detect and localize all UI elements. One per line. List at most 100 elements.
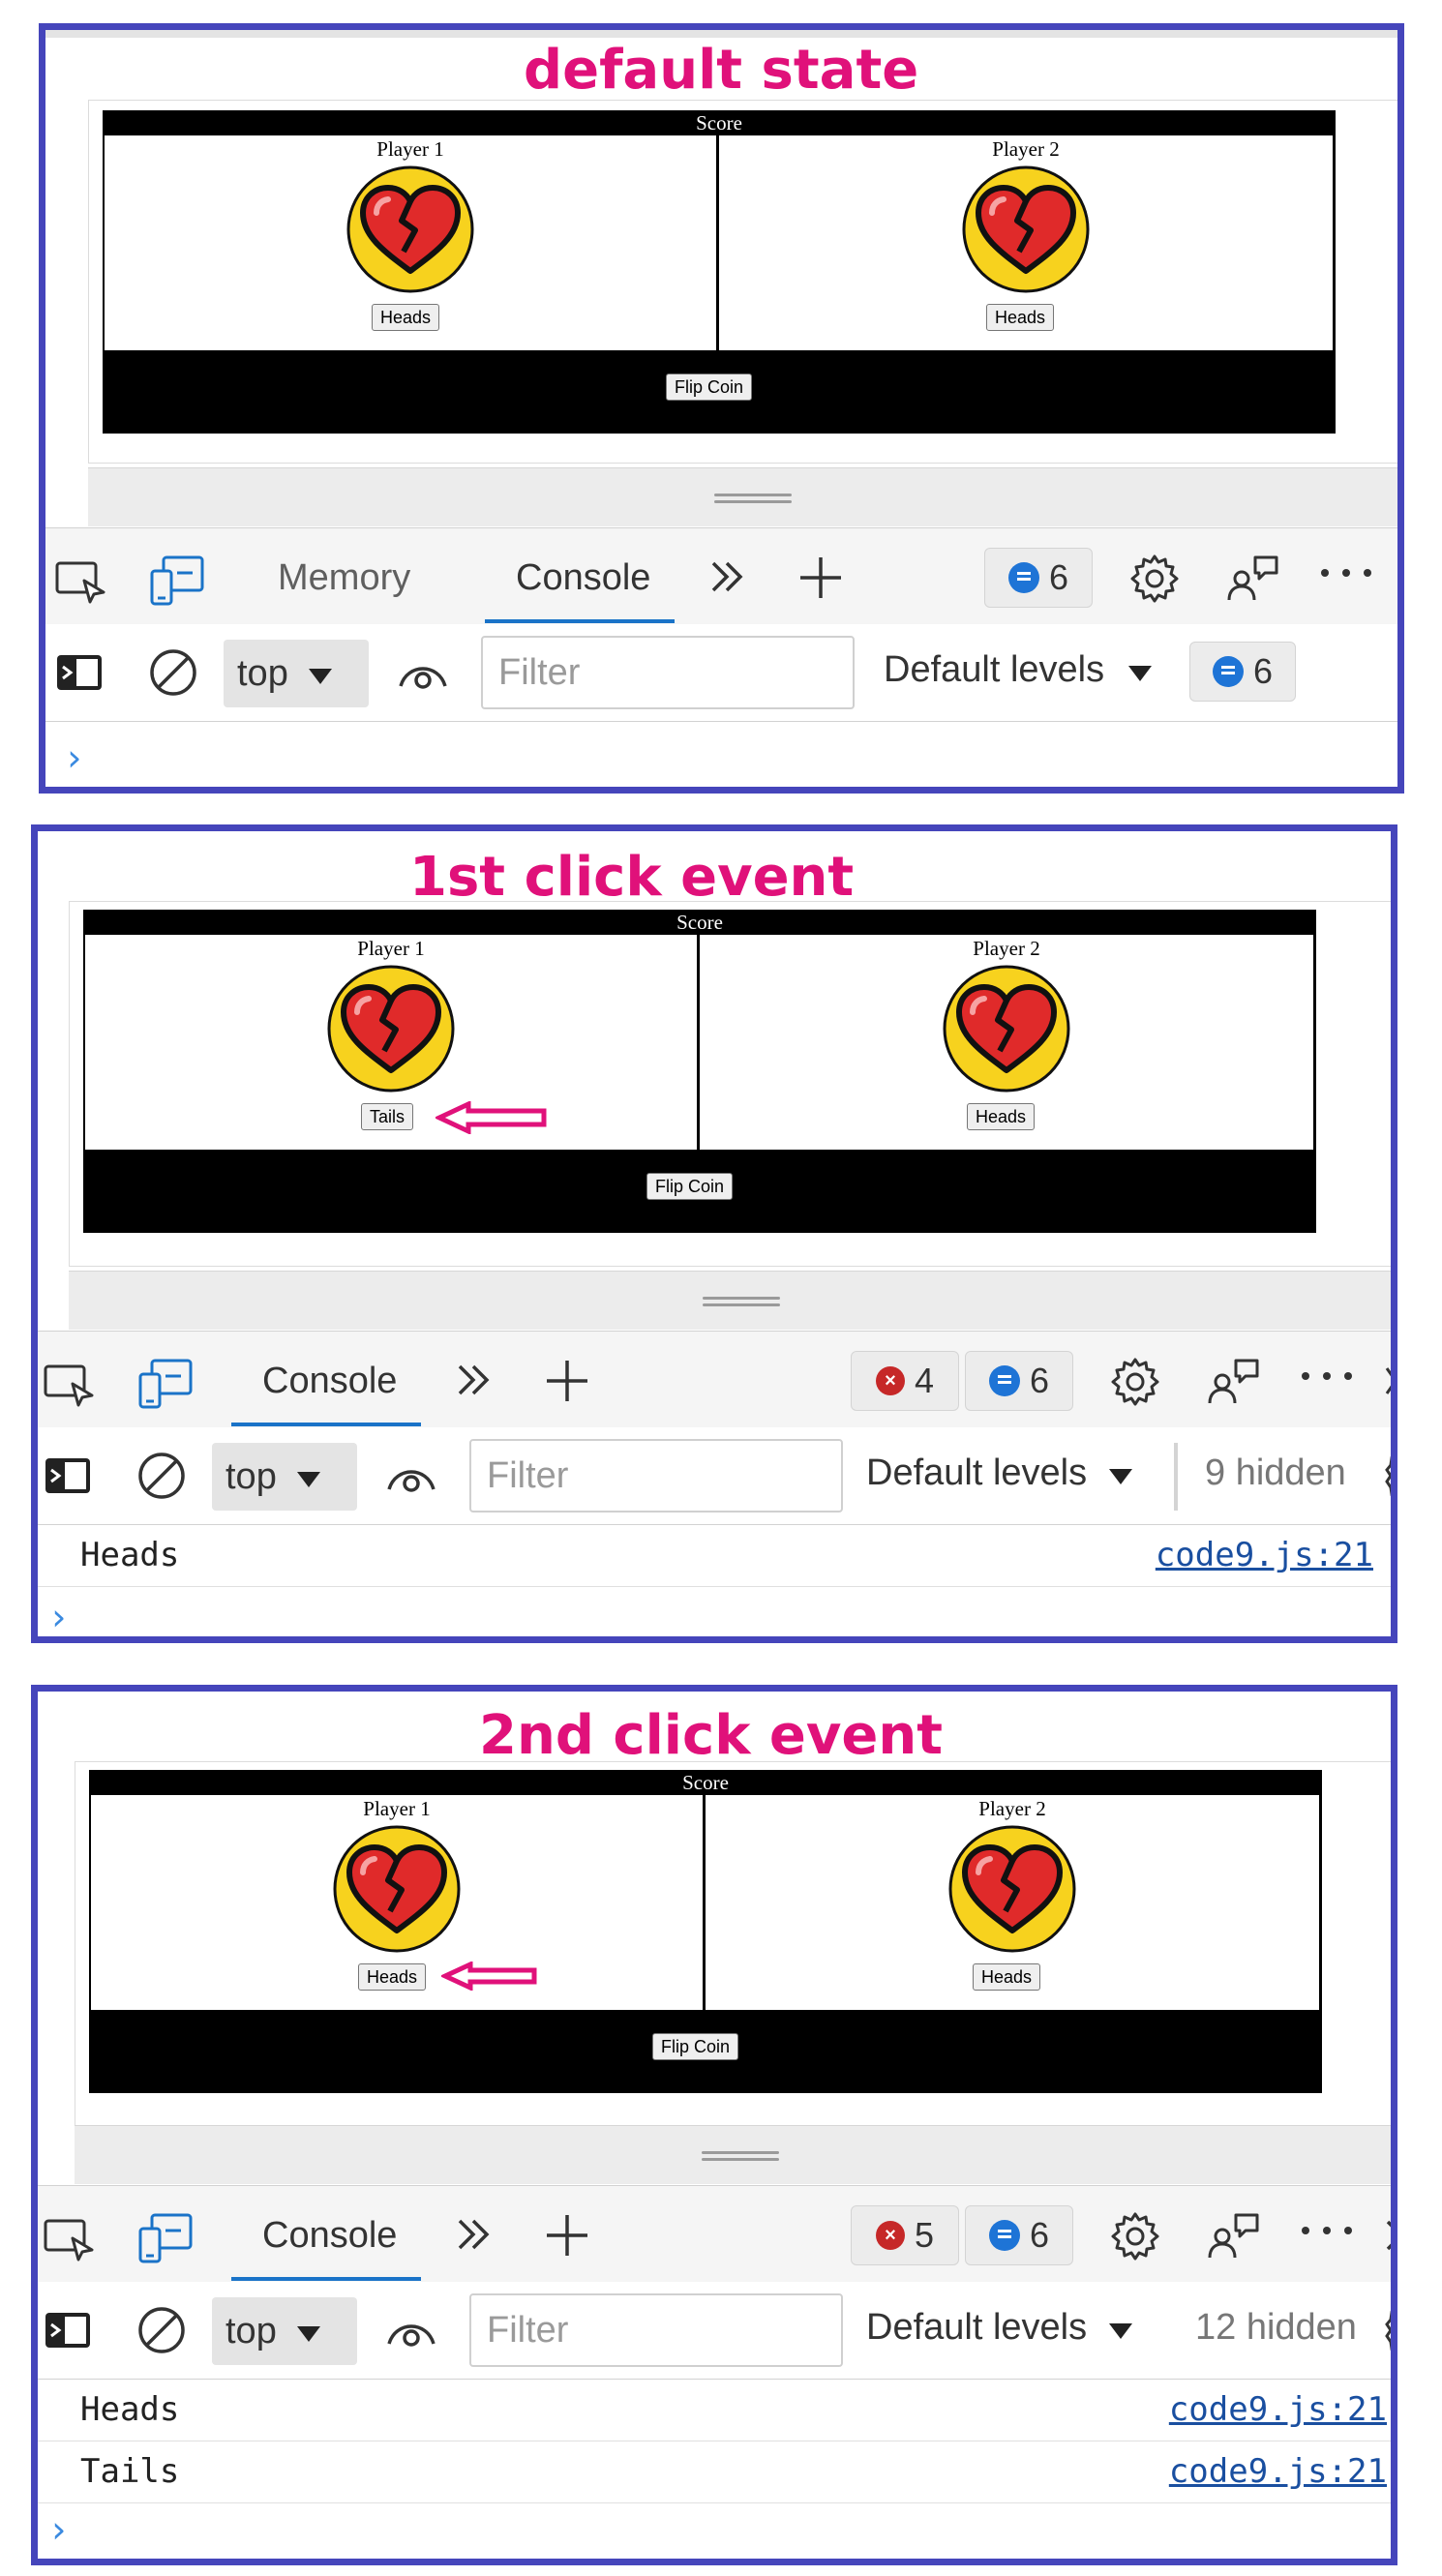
chevron-right-icon[interactable] bbox=[1385, 2219, 1391, 2252]
player-name: Player 1 bbox=[376, 137, 444, 161]
context-value: top bbox=[237, 652, 288, 694]
player-1-result-button[interactable]: Heads bbox=[372, 304, 440, 331]
dropdown-icon[interactable] bbox=[1108, 1468, 1133, 1490]
settings-icon[interactable] bbox=[1129, 554, 1180, 604]
broken-heart-icon bbox=[332, 1824, 462, 1954]
errors-badge[interactable]: × 5 bbox=[851, 2205, 959, 2265]
feedback-icon[interactable] bbox=[1207, 2211, 1261, 2261]
game-board: Score Player 1 Tails Player 2 Heads Flip… bbox=[83, 910, 1316, 1233]
player-2-result-button[interactable]: Heads bbox=[986, 304, 1055, 331]
prompt-icon[interactable]: › bbox=[47, 2508, 70, 2551]
dropdown-icon[interactable] bbox=[1127, 665, 1153, 687]
sidebar-toggle-icon[interactable] bbox=[44, 2311, 92, 2350]
tab-memory[interactable]: Memory bbox=[278, 557, 410, 599]
resize-handle[interactable] bbox=[88, 467, 1397, 526]
player-2-result-button[interactable]: Heads bbox=[973, 1963, 1041, 1991]
messages-badge[interactable]: 6 bbox=[984, 548, 1093, 608]
add-tab-icon[interactable] bbox=[798, 555, 843, 600]
feedback-icon[interactable] bbox=[1207, 1357, 1261, 1407]
tab-console[interactable]: Console bbox=[262, 2215, 397, 2257]
active-tab-indicator bbox=[231, 1423, 421, 1426]
live-expression-icon[interactable] bbox=[386, 1460, 436, 1493]
device-toggle-icon[interactable] bbox=[138, 1359, 193, 1409]
message-count: 6 bbox=[1029, 1361, 1050, 1400]
tab-console[interactable]: Console bbox=[516, 557, 650, 599]
feedback-icon[interactable] bbox=[1226, 554, 1280, 604]
devtools-tab-bar: Memory Console 6 bbox=[45, 527, 1397, 626]
game-board: Score Player 1 Heads Player 2 Heads Flip… bbox=[103, 110, 1336, 434]
grip-line bbox=[703, 1303, 780, 1306]
add-tab-icon[interactable] bbox=[545, 2213, 589, 2258]
player-2-result-button[interactable]: Heads bbox=[967, 1103, 1036, 1130]
dropdown-icon[interactable] bbox=[1108, 2322, 1133, 2345]
default-levels-dropdown[interactable]: Default levels bbox=[866, 1453, 1087, 1494]
device-toggle-icon[interactable] bbox=[138, 2213, 193, 2263]
page-preview: Score Player 1 Heads Player 2 Heads Flip… bbox=[88, 100, 1397, 464]
close-icon[interactable] bbox=[1385, 1366, 1391, 1395]
player-name: Player 2 bbox=[992, 137, 1060, 161]
more-options-icon[interactable] bbox=[1300, 1370, 1354, 1382]
more-options-icon[interactable] bbox=[1319, 567, 1373, 579]
player-name: Player 1 bbox=[363, 1797, 431, 1820]
arrow-icon bbox=[439, 1961, 538, 1995]
log-source-link[interactable]: code9.js:21 bbox=[1169, 2390, 1387, 2429]
log-source-link[interactable]: code9.js:21 bbox=[1169, 2452, 1387, 2491]
context-selector[interactable]: top bbox=[212, 1443, 357, 1511]
flip-coin-button[interactable]: Flip Coin bbox=[646, 1173, 734, 1200]
live-expression-icon[interactable] bbox=[398, 657, 448, 690]
default-levels-dropdown[interactable]: Default levels bbox=[884, 649, 1104, 691]
more-tabs-icon[interactable] bbox=[454, 2215, 493, 2254]
device-toggle-icon[interactable] bbox=[150, 555, 204, 606]
filter-messages-badge[interactable]: 6 bbox=[1189, 642, 1296, 702]
filter-input[interactable]: Filter bbox=[481, 636, 855, 709]
error-icon: × bbox=[875, 2221, 905, 2250]
inspect-icon[interactable] bbox=[44, 2217, 96, 2261]
sidebar-toggle-icon[interactable] bbox=[44, 1456, 92, 1495]
clear-console-icon[interactable] bbox=[136, 1451, 187, 1501]
tab-console[interactable]: Console bbox=[262, 1361, 397, 1402]
player-1-result-button[interactable]: Tails bbox=[361, 1103, 414, 1130]
inspect-icon[interactable] bbox=[44, 1363, 96, 1407]
add-tab-icon[interactable] bbox=[545, 1359, 589, 1403]
clear-console-icon[interactable] bbox=[148, 647, 198, 698]
panel-first-click: 1st click event Score Player 1 Tails Pla… bbox=[31, 824, 1397, 1643]
context-selector[interactable]: top bbox=[224, 640, 369, 707]
context-selector[interactable]: top bbox=[212, 2297, 357, 2365]
log-source-link[interactable]: code9.js:21 bbox=[1156, 1536, 1373, 1574]
settings-icon[interactable] bbox=[1385, 1453, 1391, 1503]
sidebar-toggle-icon[interactable] bbox=[55, 653, 104, 692]
messages-badge[interactable]: 6 bbox=[965, 1351, 1073, 1411]
default-levels-dropdown[interactable]: Default levels bbox=[866, 2307, 1087, 2349]
prompt-icon[interactable]: › bbox=[63, 736, 85, 779]
player-2-card: Player 2 Heads bbox=[719, 135, 1333, 350]
live-expression-icon[interactable] bbox=[386, 2315, 436, 2348]
more-options-icon[interactable] bbox=[1300, 2225, 1354, 2236]
flip-coin-button[interactable]: Flip Coin bbox=[652, 2033, 739, 2060]
errors-badge[interactable]: × 4 bbox=[851, 1351, 959, 1411]
resize-handle[interactable] bbox=[69, 1271, 1391, 1330]
dropdown-icon bbox=[296, 2311, 321, 2352]
page-preview: Score Player 1 Tails Player 2 Heads Flip… bbox=[69, 901, 1391, 1267]
filter-input[interactable]: Filter bbox=[469, 2293, 843, 2367]
settings-icon[interactable] bbox=[1385, 2307, 1391, 2357]
grip-line bbox=[703, 1297, 780, 1300]
inspect-icon[interactable] bbox=[55, 559, 107, 604]
more-tabs-icon[interactable] bbox=[707, 557, 746, 596]
more-tabs-icon[interactable] bbox=[454, 1361, 493, 1399]
settings-icon[interactable] bbox=[1110, 1357, 1160, 1407]
message-icon bbox=[988, 2220, 1020, 2251]
filter-input[interactable]: Filter bbox=[469, 1439, 843, 1513]
resize-handle[interactable] bbox=[75, 2125, 1391, 2184]
divider bbox=[45, 30, 1397, 38]
messages-badge[interactable]: 6 bbox=[965, 2205, 1073, 2265]
panel-second-click: 2nd click event Score Player 1 Heads Pla… bbox=[31, 1685, 1397, 2565]
log-message: Tails bbox=[80, 2452, 180, 2491]
page-preview: Score Player 1 Heads Player 2 Heads Flip… bbox=[75, 1761, 1391, 2183]
prompt-icon[interactable]: › bbox=[47, 1596, 70, 1636]
player-1-result-button[interactable]: Heads bbox=[358, 1963, 427, 1991]
clear-console-icon[interactable] bbox=[136, 2305, 187, 2355]
message-count: 6 bbox=[1029, 2215, 1050, 2255]
devtools-tab-bar: Console × 4 6 bbox=[38, 1331, 1391, 1429]
settings-icon[interactable] bbox=[1110, 2211, 1160, 2261]
flip-coin-button[interactable]: Flip Coin bbox=[666, 374, 753, 401]
